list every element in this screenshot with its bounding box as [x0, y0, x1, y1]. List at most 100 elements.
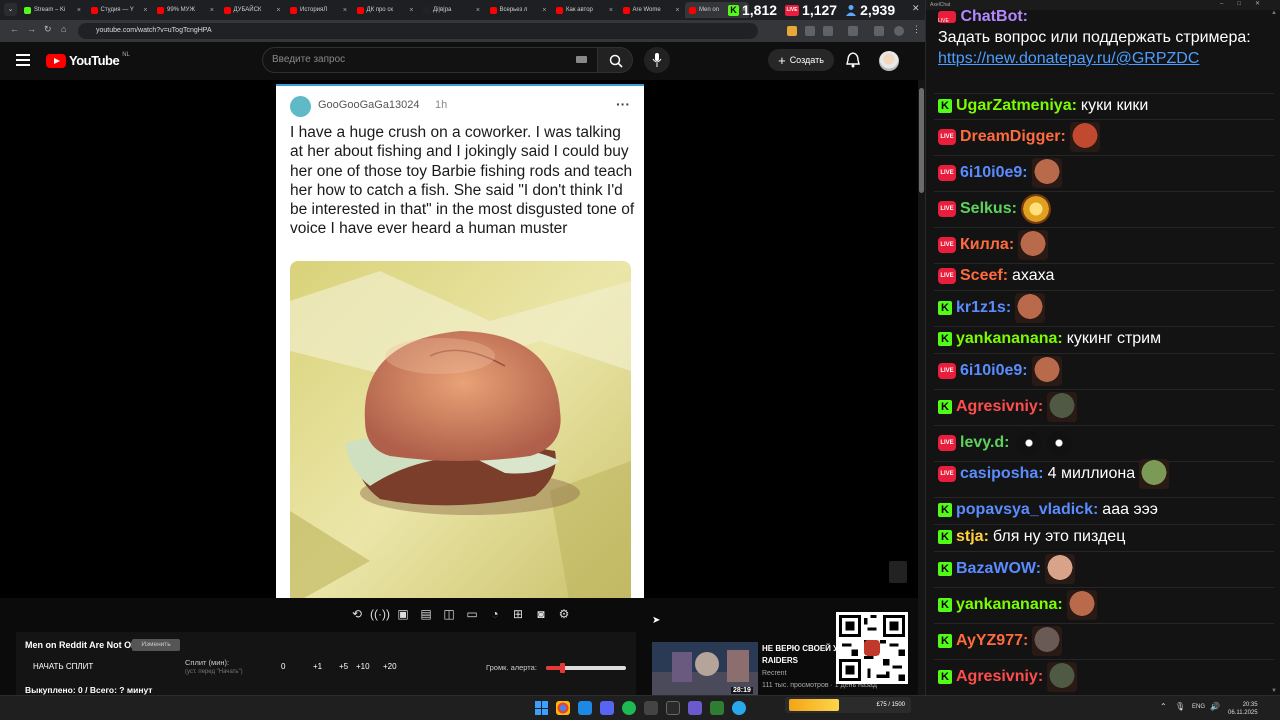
close-window-icon[interactable]: ✕	[912, 3, 920, 14]
forward-icon[interactable]: →	[27, 24, 36, 34]
start-button[interactable]	[535, 701, 549, 715]
chat-username[interactable]: yankananana:	[956, 596, 1063, 614]
browser-tab[interactable]: Студия — Y ×	[87, 2, 151, 18]
tab-close-icon[interactable]: ×	[542, 7, 546, 14]
tab-close-icon[interactable]: ×	[476, 7, 480, 14]
app-icon[interactable]	[578, 701, 592, 715]
tab-close-icon[interactable]: ×	[409, 7, 413, 14]
volume-icon[interactable]: 🔊	[1210, 702, 1220, 711]
tab-close-icon[interactable]: ×	[609, 7, 613, 14]
discord-icon[interactable]	[600, 701, 614, 715]
obs-icon[interactable]	[666, 701, 680, 715]
microphone-tray-icon[interactable]: 🎙	[1175, 702, 1185, 711]
app-icon[interactable]	[644, 701, 658, 715]
screen-icon[interactable]: ▣	[394, 606, 412, 622]
chat-username[interactable]: kr1z1s:	[956, 299, 1011, 317]
chat-username[interactable]: BazaWOW:	[956, 560, 1041, 578]
chat-username[interactable]: casiposha:	[960, 465, 1044, 483]
donate-link[interactable]: https://new.donatepay.ru/@GRPZDC	[938, 50, 1199, 67]
add-5-button[interactable]: +5	[339, 662, 348, 671]
chrome-icon[interactable]	[556, 701, 570, 715]
chat-username[interactable]: stja:	[956, 528, 989, 546]
extension-icon[interactable]	[823, 26, 833, 36]
input-language[interactable]: ENG	[1192, 704, 1205, 710]
tab-close-icon[interactable]: ×	[210, 7, 214, 14]
app-icon[interactable]	[710, 701, 724, 715]
extension-icon[interactable]	[805, 26, 815, 36]
alert-volume-slider[interactable]	[546, 663, 626, 673]
add-20-button[interactable]: +20	[383, 662, 397, 671]
chat-scroll-up-icon[interactable]: ▲	[1271, 10, 1277, 16]
chat-username[interactable]: DreamDigger:	[960, 128, 1066, 146]
window-icon[interactable]: ◫	[440, 606, 458, 622]
tab-close-icon[interactable]: ×	[343, 7, 347, 14]
app-icon[interactable]	[688, 701, 702, 715]
loop-icon[interactable]: ⟲	[348, 606, 366, 622]
chat-username[interactable]: levy.d:	[960, 434, 1010, 452]
browser-tab[interactable]: Stream – Ki ×	[20, 2, 84, 18]
voice-search-button[interactable]	[644, 47, 670, 73]
youtube-logo[interactable]: YouTube NL	[46, 52, 130, 68]
recommended-video-title[interactable]: НЕ ВЕРЮ СВОЕЙ У RAIDERS	[762, 643, 842, 667]
browser-tab[interactable]: Are Wome ×	[619, 2, 683, 18]
menu-icon[interactable]	[16, 54, 30, 66]
reload-icon[interactable]: ↻	[44, 24, 52, 35]
recommended-channel[interactable]: Recrent	[762, 670, 787, 677]
tab-close-icon[interactable]: ×	[77, 7, 81, 14]
chat-scroll-down-icon[interactable]: ▼	[1271, 688, 1277, 694]
telegram-icon[interactable]	[732, 701, 746, 715]
tab-search-button[interactable]: ⌄	[4, 3, 17, 16]
chat-username[interactable]: Килла:	[960, 236, 1014, 254]
gear-icon[interactable]: ⚙	[555, 606, 573, 622]
keyboard-icon[interactable]	[576, 56, 587, 63]
browser-menu-icon[interactable]: ⋮	[912, 24, 921, 35]
chat-username[interactable]: Sceef:	[960, 267, 1008, 285]
chat-username[interactable]: Selkus:	[960, 200, 1017, 218]
chat-username[interactable]: Agresivniy:	[956, 668, 1043, 686]
notifications-bell-icon[interactable]	[846, 52, 860, 68]
start-split-button[interactable]: НАЧАТЬ СПЛИТ	[33, 662, 93, 671]
chat-username[interactable]: AyYZ977:	[956, 632, 1028, 650]
film-icon[interactable]: ▭	[463, 606, 481, 622]
search-input[interactable]: Введите запрос	[262, 47, 598, 73]
account-avatar[interactable]	[879, 51, 899, 71]
url-field[interactable]: youtube.com/watch?v=uTogTcngHPA	[78, 23, 758, 39]
chat-username[interactable]: UgarZatmeniya:	[956, 97, 1077, 115]
chat-username[interactable]: yankananana:	[956, 330, 1063, 348]
extension-icon[interactable]	[787, 26, 797, 36]
edit-button[interactable]: Изменить	[132, 639, 180, 651]
browser-tab[interactable]: Всерьез л ×	[486, 2, 550, 18]
add-10-button[interactable]: +10	[356, 662, 370, 671]
chat-username[interactable]: Agresivniy:	[956, 398, 1043, 416]
camera-icon[interactable]: ◙	[532, 606, 550, 622]
browser-tab[interactable]: ИсторияЛ ×	[286, 2, 350, 18]
clock[interactable]: 20:35 06.11.2025	[1228, 701, 1258, 717]
browser-tab[interactable]: ДК про ск ×	[353, 2, 417, 18]
add-box-icon[interactable]: ⊞	[509, 606, 527, 622]
chat-username[interactable]: popavsya_vladick:	[956, 501, 1098, 519]
profile-icon[interactable]	[894, 26, 904, 36]
tab-close-icon[interactable]: ×	[276, 7, 280, 14]
extensions-icon[interactable]	[874, 26, 884, 36]
page-scrollbar-thumb[interactable]	[919, 88, 924, 193]
chat-username[interactable]: 6i10i0e9:	[960, 164, 1028, 182]
chat-username[interactable]: 6i10i0e9:	[960, 362, 1028, 380]
tab-close-icon[interactable]: ×	[675, 7, 679, 14]
spotify-icon[interactable]	[622, 701, 636, 715]
clapper-icon[interactable]: ▤	[417, 606, 435, 622]
tab-close-icon[interactable]: ×	[143, 7, 147, 14]
add-1-button[interactable]: +1	[313, 662, 322, 671]
broadcast-icon[interactable]: ((·))	[370, 606, 390, 622]
alert-volume-knob[interactable]	[560, 663, 565, 673]
speed-icon[interactable]: ◔	[486, 606, 504, 622]
browser-tab[interactable]: ДУБАЙСК ×	[220, 2, 284, 18]
home-icon[interactable]: ⌂	[61, 24, 66, 34]
browser-tab[interactable]: 99% МУЖ ×	[153, 2, 217, 18]
browser-tab[interactable]: Дi|в|ра ×	[419, 2, 483, 18]
search-button[interactable]	[597, 47, 633, 73]
tray-chevron-icon[interactable]: ⌃	[1160, 702, 1167, 711]
browser-tab[interactable]: Как автор ×	[552, 2, 616, 18]
create-button[interactable]: + Создать	[768, 49, 834, 71]
back-icon[interactable]: ←	[10, 24, 19, 34]
download-icon[interactable]	[848, 26, 858, 36]
